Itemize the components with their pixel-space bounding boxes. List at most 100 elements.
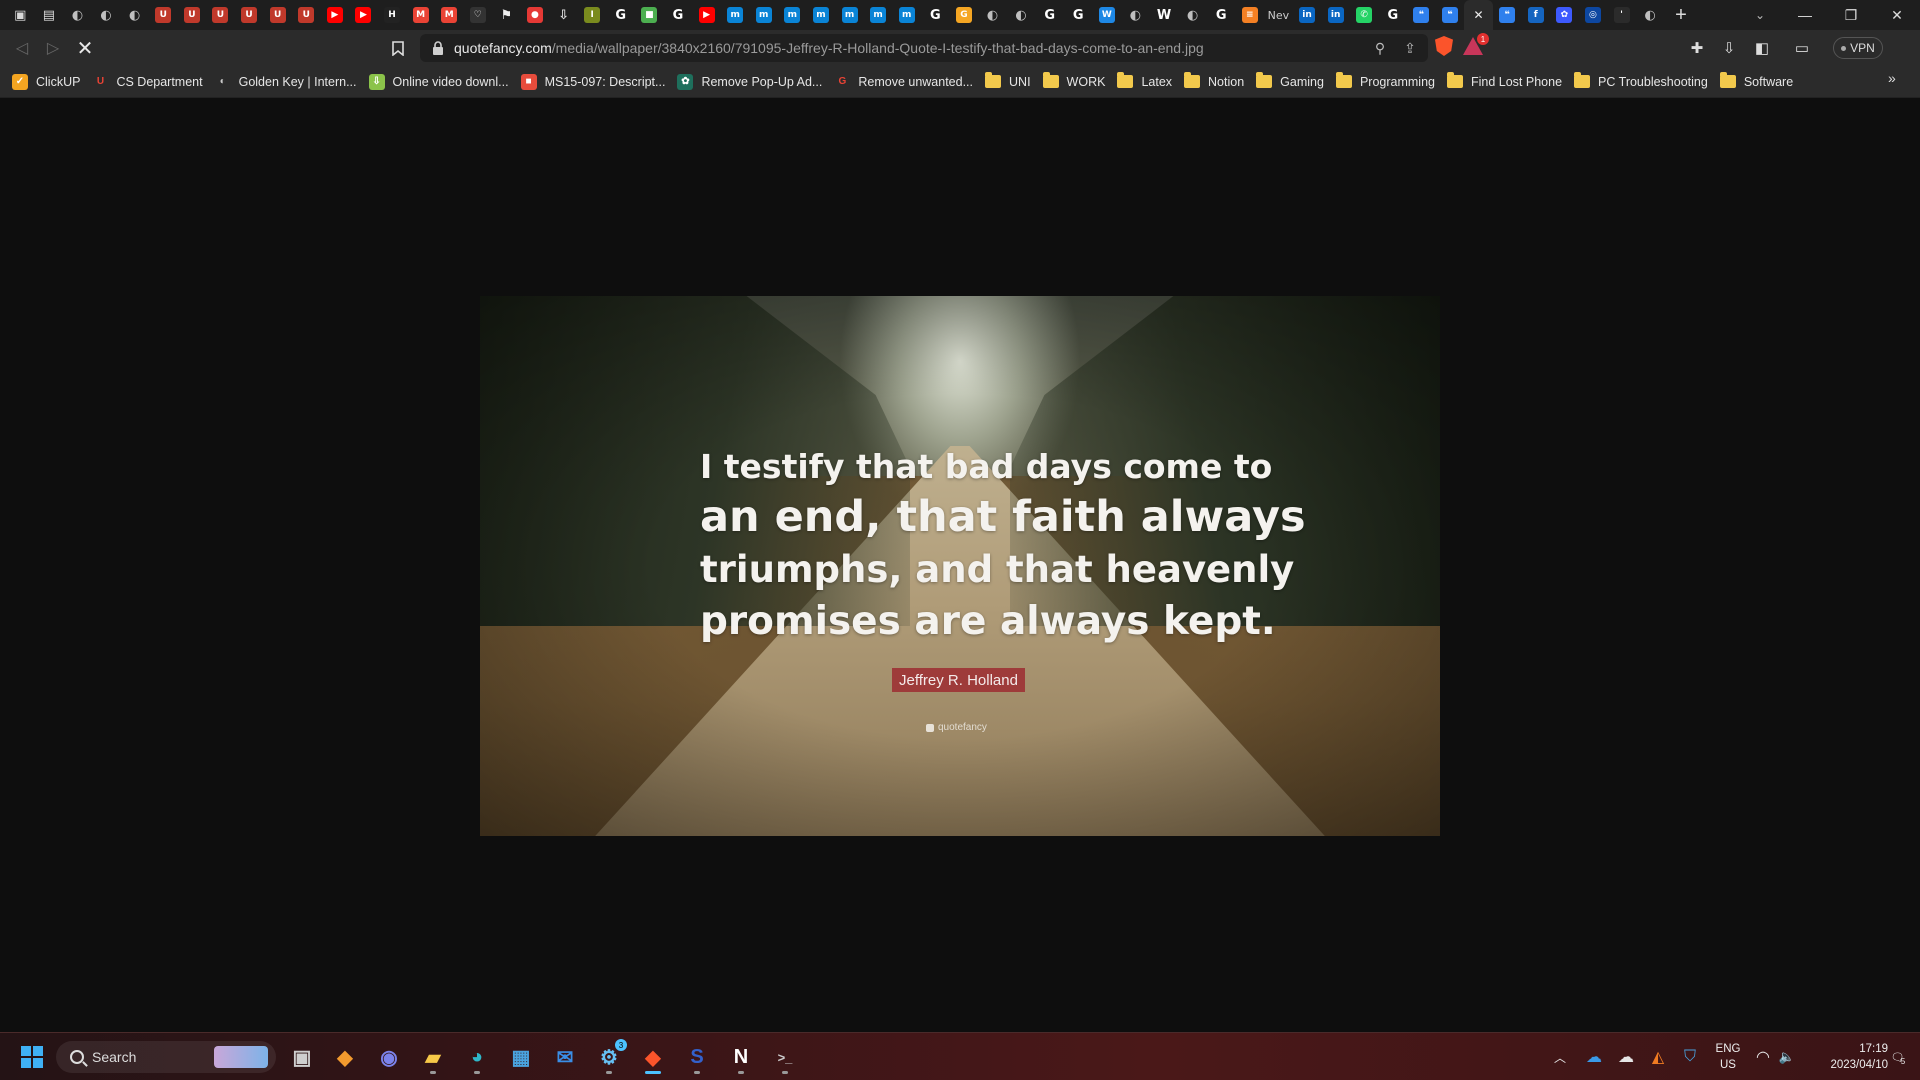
- bookmark-item[interactable]: G Remove unwanted...: [834, 70, 981, 94]
- browser-tab[interactable]: m: [721, 0, 750, 30]
- tab-search-button[interactable]: ⌄: [1746, 0, 1774, 30]
- back-button[interactable]: ◁: [10, 36, 34, 60]
- vpn-button[interactable]: VPN: [1833, 37, 1883, 59]
- address-bar[interactable]: quotefancy.com/media/wallpaper/3840x2160…: [420, 34, 1428, 62]
- browser-tab[interactable]: Nev: [1264, 0, 1293, 30]
- browser-tab[interactable]: ◐: [92, 0, 121, 30]
- browser-tab[interactable]: ●: [521, 0, 550, 30]
- browser-tab[interactable]: ■: [635, 0, 664, 30]
- browser-tab[interactable]: ◐: [1636, 0, 1660, 30]
- browser-tab[interactable]: G: [950, 0, 979, 30]
- browser-tab[interactable]: ': [1607, 0, 1636, 30]
- browser-tab[interactable]: m: [807, 0, 836, 30]
- clock[interactable]: 17:19 2023/04/10: [1808, 1041, 1888, 1073]
- tray-overflow-chevron[interactable]: ︿: [1550, 1039, 1570, 1075]
- browser-tab[interactable]: ❝: [1407, 0, 1436, 30]
- bookmark-folder[interactable]: Programming: [1335, 70, 1443, 94]
- browser-tab[interactable]: ⚑: [492, 0, 521, 30]
- browser-tab[interactable]: m: [864, 0, 893, 30]
- browser-tab[interactable]: G: [664, 0, 693, 30]
- close-window-button[interactable]: ✕: [1874, 0, 1920, 30]
- browser-tab[interactable]: m: [749, 0, 778, 30]
- bookmark-item[interactable]: U CS Department: [92, 70, 210, 94]
- bookmark-folder[interactable]: Find Lost Phone: [1446, 70, 1570, 94]
- notification-center-button[interactable]: 🗨 5: [1888, 1039, 1908, 1075]
- browser-tab[interactable]: ◐: [978, 0, 1007, 30]
- browser-tab[interactable]: M: [406, 0, 435, 30]
- browser-tab[interactable]: ◐: [1121, 0, 1150, 30]
- bookmarks-overflow-button[interactable]: »: [1888, 70, 1904, 86]
- browser-tab[interactable]: ♡: [464, 0, 493, 30]
- browser-tab[interactable]: ✕: [1464, 0, 1493, 30]
- browser-tab[interactable]: G: [1064, 0, 1093, 30]
- browser-tab[interactable]: ❝: [1493, 0, 1522, 30]
- steam-taskbar-button[interactable]: ⚙ 3: [591, 1039, 627, 1075]
- edge-taskbar-button[interactable]: ◕: [459, 1039, 495, 1075]
- browser-tab[interactable]: ◎: [1579, 0, 1608, 30]
- browser-tab[interactable]: f: [1521, 0, 1550, 30]
- bookmark-folder[interactable]: Gaming: [1256, 70, 1332, 94]
- bookmark-item[interactable]: ✿ Remove Pop-Up Ad...: [677, 70, 830, 94]
- browser-tab[interactable]: G: [1035, 0, 1064, 30]
- onedrive-icon[interactable]: ☁: [1582, 1039, 1606, 1075]
- notion-taskbar-button[interactable]: N: [723, 1039, 759, 1075]
- browser-tab[interactable]: ◐: [1007, 0, 1036, 30]
- browser-tab[interactable]: U: [263, 0, 292, 30]
- stop-loading-button[interactable]: ✕: [73, 36, 97, 60]
- minimize-button[interactable]: —: [1782, 0, 1828, 30]
- bookmark-folder[interactable]: Notion: [1184, 70, 1252, 94]
- bookmark-item[interactable]: ✓ ClickUP: [12, 70, 88, 94]
- bookmark-folder[interactable]: UNI: [985, 70, 1039, 94]
- sublime-taskbar-button[interactable]: ◆: [327, 1039, 363, 1075]
- browser-tab[interactable]: U: [178, 0, 207, 30]
- browser-tab[interactable]: W: [1093, 0, 1122, 30]
- browser-tab[interactable]: G: [1379, 0, 1408, 30]
- browser-tab[interactable]: m: [835, 0, 864, 30]
- bookmark-folder[interactable]: PC Troubleshooting: [1574, 70, 1716, 94]
- downloads-icon[interactable]: ⇩: [1717, 36, 1741, 60]
- brave-shields-icon[interactable]: [1435, 36, 1453, 56]
- forward-button[interactable]: ▷: [41, 36, 65, 60]
- zoom-icon[interactable]: ⚲: [1370, 38, 1390, 58]
- brave-taskbar-button[interactable]: ◆: [635, 1039, 671, 1075]
- bookmark-item[interactable]: ■ MS15-097: Descript...: [520, 70, 674, 94]
- browser-tab[interactable]: U: [149, 0, 178, 30]
- browser-tab[interactable]: ◐: [63, 0, 92, 30]
- browser-tab[interactable]: ▣: [6, 0, 35, 30]
- teams-chat-taskbar-button[interactable]: ◉: [371, 1039, 407, 1075]
- terminal-taskbar-button[interactable]: >_: [767, 1039, 803, 1075]
- simplenote-taskbar-button[interactable]: S: [679, 1039, 715, 1075]
- browser-tab[interactable]: ⇩: [549, 0, 578, 30]
- browser-tab[interactable]: ◐: [1178, 0, 1207, 30]
- browser-tab[interactable]: ≡: [1236, 0, 1265, 30]
- browser-tab[interactable]: ▶: [349, 0, 378, 30]
- task-view-taskbar-button[interactable]: ▣: [284, 1039, 320, 1075]
- browser-tab[interactable]: ✆: [1350, 0, 1379, 30]
- microsoft-store-taskbar-button[interactable]: ▦: [503, 1039, 539, 1075]
- bookmark-folder[interactable]: Latex: [1117, 70, 1180, 94]
- bookmark-folder[interactable]: Software: [1719, 70, 1801, 94]
- cloud-icon[interactable]: ☁: [1614, 1039, 1638, 1075]
- mail-taskbar-button[interactable]: ✉: [547, 1039, 583, 1075]
- wifi-icon[interactable]: ◠: [1752, 1039, 1774, 1075]
- avast-icon[interactable]: ◭: [1646, 1039, 1670, 1075]
- browser-tab[interactable]: U: [235, 0, 264, 30]
- browser-tab[interactable]: H: [378, 0, 407, 30]
- browser-tab[interactable]: ▤: [35, 0, 64, 30]
- extensions-icon[interactable]: ✚: [1685, 36, 1709, 60]
- browser-tab[interactable]: U: [206, 0, 235, 30]
- browser-tab[interactable]: M: [435, 0, 464, 30]
- browser-tab[interactable]: G: [1207, 0, 1236, 30]
- browser-tab[interactable]: m: [892, 0, 921, 30]
- bookmark-folder[interactable]: WORK: [1042, 70, 1114, 94]
- browser-tab[interactable]: ▶: [321, 0, 350, 30]
- browser-tab[interactable]: m: [778, 0, 807, 30]
- taskbar-search-box[interactable]: Search: [56, 1041, 276, 1073]
- sidebar-icon[interactable]: ◧: [1750, 36, 1774, 60]
- new-tab-button[interactable]: +: [1666, 0, 1696, 30]
- browser-tab[interactable]: ❝: [1436, 0, 1465, 30]
- wallet-icon[interactable]: ▭: [1790, 36, 1814, 60]
- start-button[interactable]: [14, 1039, 50, 1075]
- bookmark-item[interactable]: ⇩ Online video downl...: [368, 70, 517, 94]
- browser-tab[interactable]: G: [921, 0, 950, 30]
